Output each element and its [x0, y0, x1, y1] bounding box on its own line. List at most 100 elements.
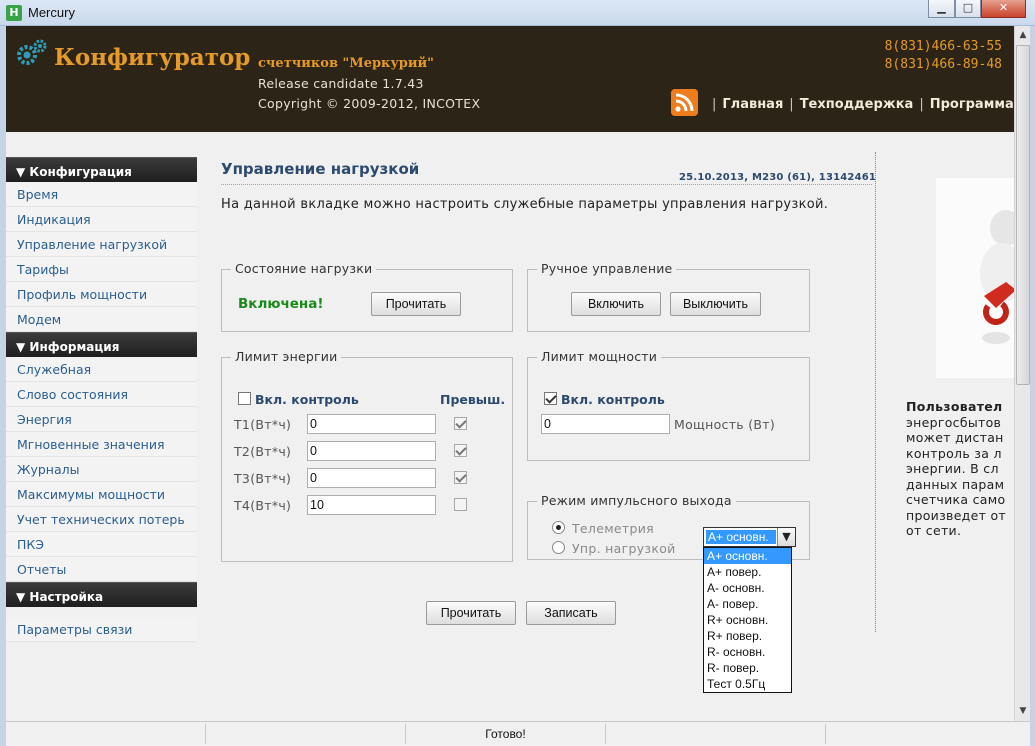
- page-title: Управление нагрузкой: [221, 160, 420, 178]
- phone-2: 8(831)466-89-48: [884, 57, 1002, 72]
- exceed-checkbox-t2: [454, 444, 467, 457]
- release-version: Release candidate 1.7.43: [258, 76, 424, 91]
- exceed-checkbox-t4: [454, 498, 467, 511]
- dropdown-option[interactable]: R+ основн.: [704, 612, 791, 628]
- scroll-up-icon[interactable]: ▲: [1016, 27, 1030, 44]
- power-limit-input[interactable]: 0: [541, 414, 670, 434]
- scroll-down-icon[interactable]: ▼: [1016, 703, 1030, 720]
- sidebar-spacer: [6, 607, 197, 617]
- tariff-label-t4: Т4(Вт*ч): [234, 498, 292, 513]
- promo-line: может дистан: [906, 430, 1004, 445]
- sidebar-item-energy[interactable]: Энергия: [6, 407, 197, 432]
- sidebar-item-tariffs[interactable]: Тарифы: [6, 257, 197, 282]
- vertical-scrollbar[interactable]: ▲ ▼: [1014, 26, 1030, 721]
- sidebar-item-reports[interactable]: Отчеты: [6, 557, 197, 582]
- telemetry-radio[interactable]: [552, 521, 565, 534]
- energy-control-checkbox[interactable]: [238, 392, 251, 405]
- nav-support-link[interactable]: Техподдержка: [800, 97, 914, 112]
- dropdown-option[interactable]: A+ повер.: [704, 564, 791, 580]
- sidebar-item-status-word[interactable]: Слово состояния: [6, 382, 197, 407]
- scroll-thumb[interactable]: [1016, 45, 1030, 385]
- power-control-checkbox[interactable]: [544, 392, 557, 405]
- tariff-input-t1[interactable]: 0: [307, 414, 436, 434]
- title-divider: [221, 184, 872, 185]
- manual-control-group: Ручное управление: [527, 261, 810, 332]
- minimize-button[interactable]: ▁: [928, 0, 955, 18]
- dropdown-option[interactable]: R- основн.: [704, 644, 791, 660]
- load-status-text: Включена!: [238, 296, 324, 312]
- promo-line: счетчика само: [906, 492, 1006, 507]
- exceed-checkbox-t1: [454, 417, 467, 430]
- write-button[interactable]: Записать: [526, 601, 616, 625]
- dropdown-option[interactable]: Тест 0.5Гц: [704, 676, 791, 692]
- load-control-radio[interactable]: [552, 541, 565, 554]
- sidebar-section-settings[interactable]: ▼ Настройка: [6, 582, 197, 607]
- pulse-mode-select[interactable]: A+ основн. ▼: [703, 527, 796, 547]
- nav-separator: |: [789, 97, 794, 112]
- sidebar-item-instant-values[interactable]: Мгновенные значения: [6, 432, 197, 457]
- chevron-down-icon[interactable]: ▼: [777, 528, 795, 546]
- sidebar-item-modem[interactable]: Модем: [6, 307, 197, 332]
- dropdown-option[interactable]: A- основн.: [704, 580, 791, 596]
- sidebar-item-power-maximums[interactable]: Максимумы мощности: [6, 482, 197, 507]
- sidebar-item-service[interactable]: Служебная: [6, 357, 197, 382]
- power-limit-group: Лимит мощности: [527, 349, 810, 461]
- content-area: ▼ Конфигурация Время Индикация Управлени…: [6, 132, 1014, 721]
- maximize-button[interactable]: □: [955, 0, 981, 18]
- pulse-mode-dropdown: A+ основн. A+ повер. A- основн. A- повер…: [703, 547, 792, 693]
- pulse-mode-value: A+ основн.: [706, 530, 776, 544]
- sidebar-section-info[interactable]: ▼ Информация: [6, 332, 197, 357]
- load-read-button[interactable]: Прочитать: [371, 292, 461, 316]
- dropdown-option[interactable]: A+ основн.: [704, 548, 791, 564]
- status-cell: [206, 724, 406, 744]
- support-mascot-image: [936, 178, 1014, 378]
- sidebar-item-tech-losses[interactable]: Учет технических потерь: [6, 507, 197, 532]
- sidebar-section-config[interactable]: ▼ Конфигурация: [6, 157, 197, 182]
- tariff-input-t4[interactable]: 10: [307, 495, 436, 515]
- switch-on-button[interactable]: Включить: [571, 292, 661, 316]
- promo-heading: Пользовател: [906, 399, 1003, 414]
- phone-1: 8(831)466-63-55: [884, 39, 1002, 54]
- promo-line: данных парам: [906, 476, 1005, 492]
- sidebar-item-power-profile[interactable]: Профиль мощности: [6, 282, 197, 307]
- load-control-label: Упр. нагрузкой: [572, 541, 676, 556]
- rss-icon[interactable]: [671, 89, 698, 116]
- sidebar-item-load-control[interactable]: Управление нагрузкой: [6, 232, 197, 257]
- tariff-label-t1: Т1(Вт*ч): [234, 417, 292, 432]
- site-header: Конфигуратор счетчиков "Меркурий" Releas…: [6, 26, 1014, 132]
- read-button[interactable]: Прочитать: [426, 601, 516, 625]
- energy-control-label: Вкл. контроль: [255, 392, 359, 407]
- dropdown-option[interactable]: R+ повер.: [704, 628, 791, 644]
- nav-program-link[interactable]: Программа: [930, 97, 1014, 112]
- power-limit-legend: Лимит мощности: [537, 349, 662, 364]
- power-control-label: Вкл. контроль: [561, 392, 665, 407]
- nav-home-link[interactable]: Главная: [722, 97, 783, 112]
- tariff-input-t2[interactable]: 0: [307, 441, 436, 461]
- tariff-label-t3: Т3(Вт*ч): [234, 471, 292, 486]
- promo-line: энергии. В сл: [906, 461, 999, 476]
- promo-line: энергосбытов: [906, 414, 1002, 430]
- sidebar-item-connection[interactable]: Параметры связи: [6, 617, 197, 642]
- close-button[interactable]: ✕: [981, 0, 1026, 18]
- sidebar-item-journals[interactable]: Журналы: [6, 457, 197, 482]
- top-nav: | Главная | Техподдержка | Программа: [706, 97, 1014, 112]
- promo-line: от сети.: [906, 523, 962, 538]
- title-bar[interactable]: H Mercury ▁ □ ✕: [0, 0, 1035, 26]
- power-unit-label: Мощность (Вт): [674, 417, 776, 432]
- dropdown-option[interactable]: R- повер.: [704, 660, 791, 676]
- column-divider: [875, 152, 876, 632]
- telemetry-label: Телеметрия: [572, 521, 654, 536]
- nav-separator: |: [712, 97, 717, 112]
- sidebar-item-pke[interactable]: ПКЭ: [6, 532, 197, 557]
- sidebar-item-time[interactable]: Время: [6, 182, 197, 207]
- app-icon: H: [6, 5, 22, 21]
- energy-limit-legend: Лимит энергии: [231, 349, 342, 364]
- promo-text: Пользовател энергосбытов может дистан ко…: [906, 399, 1014, 539]
- sidebar: ▼ Конфигурация Время Индикация Управлени…: [6, 157, 197, 642]
- device-meta: 25.10.2013, M230 (61), 13142461: [679, 172, 877, 183]
- tariff-label-t2: Т2(Вт*ч): [234, 444, 292, 459]
- switch-off-button[interactable]: Выключить: [670, 292, 761, 316]
- sidebar-item-indication[interactable]: Индикация: [6, 207, 197, 232]
- dropdown-option[interactable]: A- повер.: [704, 596, 791, 612]
- tariff-input-t3[interactable]: 0: [307, 468, 436, 488]
